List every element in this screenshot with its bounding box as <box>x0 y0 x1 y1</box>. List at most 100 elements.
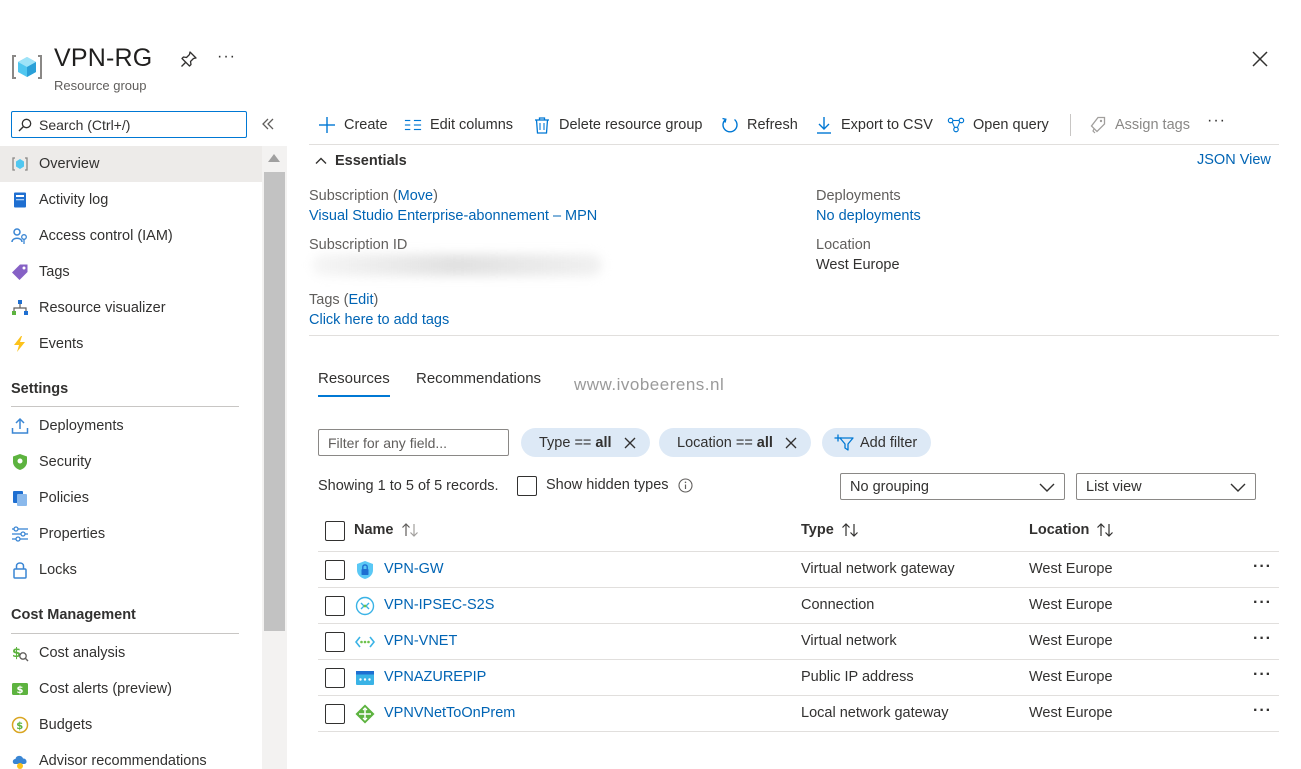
search-icon <box>18 118 32 131</box>
info-icon[interactable] <box>678 478 693 493</box>
resource-name-link[interactable]: VPNVNetToOnPrem <box>384 705 515 721</box>
more-actions-button[interactable]: ··· <box>217 48 236 66</box>
sidebar-item-cost-alerts[interactable]: $ Cost alerts (preview) <box>0 671 262 707</box>
sidebar-item-activity-log[interactable]: Activity log <box>0 182 262 218</box>
toolbar-more-button[interactable]: ··· <box>1207 112 1226 130</box>
sidebar-item-security[interactable]: Security <box>0 444 262 480</box>
row-checkbox[interactable] <box>325 560 345 580</box>
search-input[interactable] <box>39 116 239 133</box>
column-header-type[interactable]: Type <box>801 522 860 538</box>
show-hidden-types-label: Show hidden types <box>546 477 669 493</box>
essentials-toggle[interactable]: Essentials <box>314 153 407 169</box>
divider <box>309 144 1279 145</box>
show-hidden-types-checkbox[interactable] <box>517 476 537 496</box>
sidebar-item-budgets[interactable]: $ Budgets <box>0 707 262 743</box>
collapse-sidebar-icon[interactable] <box>261 117 275 131</box>
select-all-checkbox[interactable] <box>325 521 345 541</box>
export-csv-button[interactable]: Export to CSV <box>815 112 933 138</box>
tab-recommendations[interactable]: Recommendations <box>416 370 541 387</box>
sidebar-item-label: Locks <box>39 562 77 578</box>
resource-type: Virtual network <box>801 633 897 649</box>
row-more-button[interactable]: ··· <box>1253 702 1272 720</box>
sidebar-item-resource-visualizer[interactable]: Resource visualizer <box>0 290 262 326</box>
filter-input[interactable] <box>318 429 509 456</box>
sidebar-item-cost-analysis[interactable]: $ Cost analysis <box>0 635 262 671</box>
tab-resources[interactable]: Resources <box>318 370 390 387</box>
toolbar-divider <box>1070 114 1071 136</box>
grouping-dropdown[interactable]: No grouping <box>840 473 1065 500</box>
subscription-label-text: Subscription ( <box>309 188 398 204</box>
sidebar-item-label: Properties <box>39 526 106 542</box>
move-link[interactable]: Move <box>398 188 433 204</box>
create-button[interactable]: Create <box>318 112 388 138</box>
tags-label: Tags (Edit) <box>309 292 378 308</box>
sort-icon <box>841 523 858 537</box>
resource-name-link[interactable]: VPNAZUREPIP <box>384 669 486 685</box>
remove-filter-icon[interactable] <box>785 437 797 449</box>
sidebar-item-policies[interactable]: Policies <box>0 480 262 516</box>
assign-tags-button[interactable]: Assign tags <box>1089 112 1190 138</box>
column-type-label: Type <box>801 522 834 538</box>
row-checkbox[interactable] <box>325 704 345 724</box>
edit-columns-label: Edit columns <box>430 117 514 133</box>
refresh-button[interactable]: Refresh <box>721 112 798 138</box>
row-more-button[interactable]: ··· <box>1253 666 1272 684</box>
json-view-link[interactable]: JSON View <box>1197 152 1271 168</box>
budgets-icon: $ <box>11 716 29 734</box>
sidebar-item-label: Advisor recommendations <box>39 753 207 769</box>
location-filter-pill[interactable]: Location == all <box>659 428 811 457</box>
sidebar-item-advisor-recommendations[interactable]: Advisor recommendations <box>0 743 262 769</box>
subscription-link[interactable]: Visual Studio Enterprise-abonnement – MP… <box>309 208 597 224</box>
resource-name-link[interactable]: VPN-GW <box>384 561 444 577</box>
sidebar-item-iam[interactable]: Access control (IAM) <box>0 218 262 254</box>
divider <box>318 623 1279 624</box>
location-filter-label: Location == <box>677 434 753 451</box>
deployments-label: Deployments <box>816 188 901 204</box>
column-header-name[interactable]: Name <box>354 522 420 538</box>
pin-icon[interactable] <box>180 50 198 68</box>
deployments-link[interactable]: No deployments <box>816 208 921 224</box>
sidebar-item-deployments[interactable]: Deployments <box>0 408 262 444</box>
delete-resource-group-button[interactable]: Delete resource group <box>533 112 702 138</box>
row-more-button[interactable]: ··· <box>1253 594 1272 612</box>
activity-log-icon <box>14 192 26 208</box>
column-header-location[interactable]: Location <box>1029 522 1115 538</box>
divider <box>318 695 1279 696</box>
sort-icon <box>401 523 418 537</box>
edit-tags-link[interactable]: Edit <box>349 292 374 308</box>
row-checkbox[interactable] <box>325 668 345 688</box>
sidebar-item-label: Budgets <box>39 717 93 733</box>
sidebar-item-overview[interactable]: Overview <box>0 146 262 182</box>
row-more-button[interactable]: ··· <box>1253 558 1272 576</box>
row-more-button[interactable]: ··· <box>1253 630 1272 648</box>
open-query-button[interactable]: Open query <box>947 112 1049 138</box>
cost-analysis-icon: $ <box>12 646 29 662</box>
sidebar-search[interactable] <box>11 111 247 138</box>
sidebar-item-events[interactable]: Events <box>0 326 262 362</box>
close-icon[interactable] <box>1251 50 1269 68</box>
divider <box>11 633 239 634</box>
subscription-id-label: Subscription ID <box>309 237 408 253</box>
divider <box>318 659 1279 660</box>
edit-columns-button[interactable]: Edit columns <box>404 112 513 138</box>
location-label: Location <box>816 237 871 253</box>
sidebar-item-properties[interactable]: Properties <box>0 516 262 552</box>
row-checkbox[interactable] <box>325 632 345 652</box>
edit-columns-icon <box>404 119 422 131</box>
row-checkbox[interactable] <box>325 596 345 616</box>
resource-group-icon <box>12 55 42 79</box>
sidebar-item-tags[interactable]: Tags <box>0 254 262 290</box>
scrollbar-thumb[interactable] <box>264 172 285 631</box>
add-tags-link[interactable]: Click here to add tags <box>309 312 449 328</box>
resource-name-link[interactable]: VPN-IPSEC-S2S <box>384 597 494 613</box>
resource-name-link[interactable]: VPN-VNET <box>384 633 457 649</box>
add-filter-button[interactable]: Add filter <box>822 428 932 457</box>
scroll-up-arrow-icon[interactable] <box>268 154 280 162</box>
view-dropdown[interactable]: List view <box>1076 473 1256 500</box>
trash-icon <box>535 117 549 134</box>
type-filter-pill[interactable]: Type == all <box>521 428 650 457</box>
query-icon <box>947 117 965 133</box>
remove-filter-icon[interactable] <box>624 437 636 449</box>
tag-icon <box>12 264 28 280</box>
sidebar-item-locks[interactable]: Locks <box>0 552 262 588</box>
